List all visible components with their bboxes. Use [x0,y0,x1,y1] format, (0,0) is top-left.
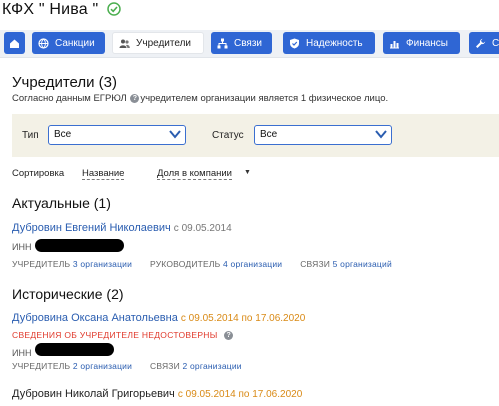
tab-home[interactable] [4,32,25,54]
founder-name: Дубровина Оксана Анатольевна с 09.05.201… [12,312,305,324]
tab-label: Санкции [55,37,95,49]
status-select[interactable]: Все [254,125,392,145]
founder-name: Дубровин Евгений Николаевич с 09.05.2014 [12,222,232,234]
help-icon[interactable]: ? [224,331,234,341]
chevron-down-icon [169,130,181,139]
home-icon [10,39,19,48]
founders-title: Учредители (3) [12,74,118,91]
tab-links[interactable]: Связи [211,32,272,54]
verified-check-icon [107,2,121,16]
founder-roles: УЧРЕДИТЕЛЬ 2 организации СВЯЗИ 2 организ… [12,361,242,371]
sort-label: Сортировка [12,168,65,179]
tabs-bar: Санкции Учредители Связи Надежность Фина… [0,30,499,58]
founder-link[interactable]: Дубровин Евгений Николаевич [12,222,171,234]
historical-section-title: Исторические (2) [12,286,124,302]
founder-orgs-link[interactable]: 3 организации [73,259,132,269]
chevron-down-icon [375,130,387,139]
globe-icon [38,37,49,49]
tab-label: Связи [234,37,263,49]
company-title: КФХ " Нива " [2,1,99,18]
founder-name: Дубровин Николай Григорьевич с 09.05.201… [12,388,302,400]
actual-section-title: Актуальные (1) [12,195,111,211]
redacted-inn [35,343,114,356]
tab-sanctions[interactable]: Санкции [32,32,105,54]
tab-label: Финансы [406,37,448,49]
redacted-inn [35,239,124,252]
help-icon[interactable]: ? [130,93,140,103]
founder-period: с 09.05.2014 по 17.06.2020 [180,313,306,324]
unreliable-warning: СВЕДЕНИЯ ОБ УЧРЕДИТЕЛЕ НЕДОСТОВЕРНЫ ? [12,330,234,341]
network-icon [217,38,228,48]
inn-label: ИНН [12,348,32,358]
connections-link[interactable]: 2 организации [183,361,242,371]
filter-bar: Тип Все Статус Все [12,114,499,157]
tab-label: Надежность [306,37,363,49]
founders-subtitle: Согласно данным ЕГРЮЛ ? учредителем орган… [12,93,389,104]
chart-icon [390,40,399,48]
status-filter-label: Статус [212,130,244,141]
tab-label: Учредители [136,37,192,49]
inn-label: ИНН [12,242,32,252]
type-select[interactable]: Все [48,125,186,145]
tab-more[interactable]: С [469,32,499,54]
company-header: КФХ " Нива " [0,0,499,30]
director-orgs-link[interactable]: 4 организации [223,259,282,269]
shield-icon [290,38,299,48]
sort-arrow-icon: ▼ [244,169,251,176]
founder-roles: УЧРЕДИТЕЛЬ 3 организации РУКОВОДИТЕЛЬ 4 … [12,259,392,269]
founders-panel: Учредители (3) Согласно данным ЕГРЮЛ ? уч… [0,58,499,406]
founder-orgs-link[interactable]: 2 организации [73,361,132,371]
connections-link[interactable]: 5 организаций [333,259,392,269]
sort-by-name[interactable]: Название [82,168,125,180]
people-icon [119,39,130,48]
tab-finance[interactable]: Финансы [383,32,460,54]
founder-since: с 09.05.2014 [173,223,232,234]
tab-founders[interactable]: Учредители [112,32,204,54]
type-filter-label: Тип [22,130,39,141]
sort-by-share[interactable]: Доля в компании [157,168,232,180]
tab-reliability[interactable]: Надежность [283,32,375,54]
founder-link[interactable]: Дубровина Оксана Анатольевна [12,312,178,324]
founder-period: с 09.05.2014 по 17.06.2020 [177,389,303,400]
founder-link[interactable]: Дубровин Николай Григорьевич [12,388,175,400]
tab-label: С [492,37,499,49]
wrench-icon [476,38,486,48]
